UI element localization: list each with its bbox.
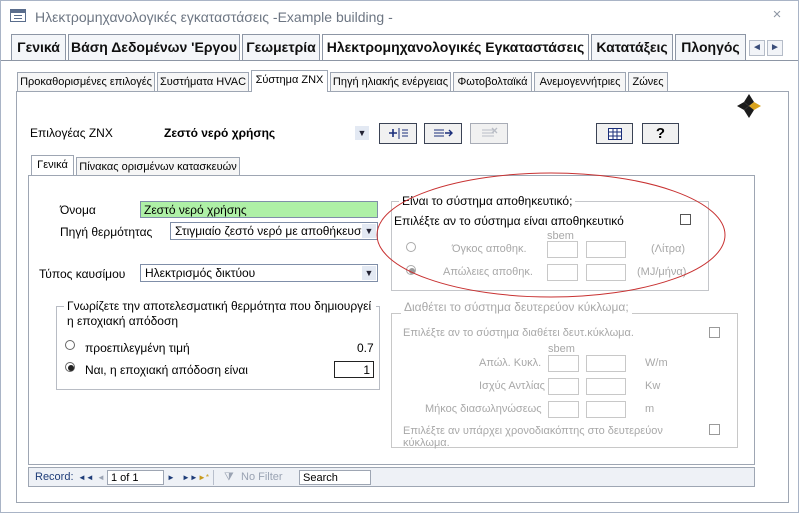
circuit-loss-unit: W/m: [645, 357, 668, 369]
timer-checkbox[interactable]: [709, 424, 720, 435]
filter-icon[interactable]: ⧩: [224, 471, 234, 484]
record-position-field[interactable]: 1 of 1: [107, 470, 164, 485]
pipe-length-sbem-field[interactable]: [548, 401, 579, 418]
circuit-loss-field[interactable]: [586, 355, 626, 372]
name-field[interactable]: Ζεστό νερό χρήσης: [140, 201, 378, 218]
default-value: 0.7: [357, 341, 374, 355]
record-label: Record:: [35, 471, 74, 483]
dhw-selector-combo[interactable]: Ζεστό νερό χρήσης ▼: [159, 124, 371, 142]
fuel-type-combo[interactable]: Ηλεκτρισμός δικτύου ▼: [140, 264, 378, 282]
record-bar-divider: [213, 470, 214, 485]
timer-label: Επιλέξτε αν υπάρχει χρονοδιακόπτης στο δ…: [403, 425, 663, 449]
tab-electromechanical[interactable]: Ηλεκτρομηχανολογικές Εγκαταστάσεις: [322, 34, 589, 60]
tab-scroll-right-icon[interactable]: ►: [767, 40, 783, 56]
name-value: Ζεστό νερό χρήσης: [144, 203, 247, 217]
custom-efficiency-radio[interactable]: [65, 362, 75, 372]
pump-power-sbem-field[interactable]: [548, 378, 579, 395]
tab-navigator[interactable]: Πλοηγός: [675, 34, 746, 60]
pump-power-unit: Kw: [645, 380, 661, 392]
heat-source-combo[interactable]: Στιγμιαίο ζεστό νερό με αποθήκευση ▼: [170, 222, 378, 240]
search-input[interactable]: Search: [299, 470, 371, 485]
insert-row-icon: [389, 128, 408, 139]
subtab-solar[interactable]: Πηγή ηλιακής ενέργειας: [330, 72, 451, 91]
custom-efficiency-label: Ναι, η εποχιακή απόδοση είναι: [85, 363, 248, 377]
fuel-type-label: Τύπος καυσίμου: [39, 267, 126, 281]
subtab-hvac[interactable]: Συστήματα HVAC: [157, 72, 249, 91]
default-value-label: προεπιλεγμένη τιμή: [85, 341, 190, 355]
tab-geometry[interactable]: Γεωμετρία: [242, 34, 320, 60]
subtab-wind[interactable]: Ανεμογεννήτριες: [534, 72, 626, 91]
search-placeholder: Search: [303, 472, 338, 484]
help-icon: ?: [655, 125, 666, 142]
heat-source-value: Στιγμιαίο ζεστό νερό με αποθήκευση: [175, 224, 363, 238]
subtab-line-left: [16, 91, 251, 92]
chevron-down-icon[interactable]: ▼: [355, 126, 369, 140]
append-record-button[interactable]: [424, 123, 462, 144]
first-record-icon[interactable]: ◄◄: [78, 473, 94, 482]
tab-strip-divider: [1, 60, 798, 61]
delete-row-icon: [482, 127, 498, 137]
subtab-presets[interactable]: Προκαθορισμένες επιλογές: [17, 72, 155, 91]
default-value-radio[interactable]: [65, 340, 75, 350]
fuel-type-value: Ηλεκτρισμός δικτύου: [145, 266, 256, 280]
inner-tab-constructions[interactable]: Πίνακας ορισμένων κατασκευών: [76, 157, 240, 176]
secondary-sbem-label: sbem: [548, 343, 575, 355]
heat-source-label: Πηγή θερμότητας: [60, 225, 153, 239]
close-icon[interactable]: ×: [768, 6, 786, 24]
form-icon: [10, 9, 26, 22]
record-position-value: 1 of 1: [111, 472, 139, 484]
pump-power-label: Ισχύς Αντλίας: [479, 380, 545, 392]
subtab-dhw-system[interactable]: Σύστημα ΖΝΧ: [251, 70, 328, 92]
table-icon: [607, 128, 622, 140]
pump-power-field[interactable]: [586, 378, 626, 395]
pipe-length-label: Μήκος διασωληνώσεως: [425, 403, 542, 415]
custom-efficiency-value: 1: [363, 363, 370, 377]
new-record-icon[interactable]: ►*: [198, 473, 209, 482]
help-button[interactable]: ?: [642, 123, 679, 144]
tab-general[interactable]: Γενικά: [11, 34, 66, 60]
secondary-group-title: Διαθέτει το σύστημα δευτερεύον κύκλωμα;: [401, 300, 632, 314]
table-view-button[interactable]: [596, 123, 633, 144]
inner-tab-general[interactable]: Γενικά: [31, 155, 74, 176]
efficiency-group-title: Γνωρίζετε την αποτελεσματική θερμότητα π…: [64, 299, 376, 329]
name-label: Όνομα: [60, 203, 96, 217]
subtab-zones[interactable]: Ζώνες: [628, 72, 668, 91]
last-record-icon[interactable]: ►►: [182, 473, 198, 482]
annotation-ellipse: [376, 172, 726, 298]
append-arrow-icon: [434, 129, 453, 137]
previous-record-icon[interactable]: ◄: [97, 473, 105, 482]
dhw-selector-value: Ζεστό νερό χρήσης: [164, 126, 276, 140]
tab-project-database[interactable]: Βάση Δεδομένων 'Εργου: [68, 34, 240, 60]
delete-record-button[interactable]: [470, 123, 508, 144]
secondary-checkbox[interactable]: [709, 327, 720, 338]
subtab-line-right: [328, 91, 789, 92]
add-record-button[interactable]: [379, 123, 417, 144]
dhw-selector-label: Επιλογέας ΖΝΧ: [30, 126, 113, 140]
custom-efficiency-field[interactable]: 1: [334, 361, 374, 378]
tab-classifications[interactable]: Κατατάξεις: [591, 34, 673, 60]
subtab-photovoltaics[interactable]: Φωτοβολταϊκά: [453, 72, 532, 91]
tab-scroll-left-icon[interactable]: ◄: [749, 40, 765, 56]
pipe-length-field[interactable]: [586, 401, 626, 418]
circuit-loss-sbem-field[interactable]: [548, 355, 579, 372]
title-bar: Ηλεκτρομηχανολογικές εγκαταστάσεις -Exam…: [1, 1, 798, 31]
secondary-check-label: Επιλέξτε αν το σύστημα διαθέτει δευτ.κύκ…: [403, 327, 634, 339]
next-record-icon[interactable]: ►: [167, 473, 175, 482]
circuit-loss-label: Απώλ. Κυκλ.: [479, 357, 542, 369]
no-filter-label[interactable]: No Filter: [241, 471, 283, 483]
pipe-length-unit: m: [645, 403, 655, 415]
logo-icon: [737, 94, 761, 118]
window-title: Ηλεκτρομηχανολογικές εγκαταστάσεις -Exam…: [35, 9, 393, 25]
record-navigation-bar: Record: ◄◄ ◄ 1 of 1 ► ►► ►* ⧩ No Filter …: [28, 467, 755, 487]
